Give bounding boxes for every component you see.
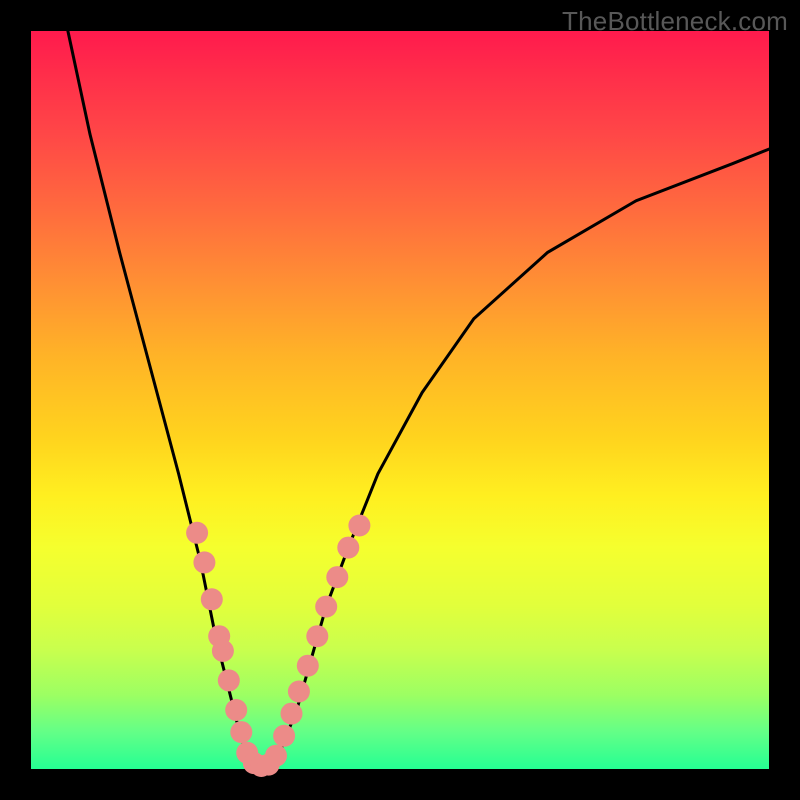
data-marker — [297, 655, 319, 677]
data-marker — [315, 596, 337, 618]
data-marker — [337, 537, 359, 559]
data-marker — [212, 640, 234, 662]
data-marker — [225, 699, 247, 721]
data-marker — [326, 566, 348, 588]
data-marker — [218, 669, 240, 691]
data-marker — [348, 515, 370, 537]
data-marker — [186, 522, 208, 544]
chart-frame: TheBottleneck.com — [0, 0, 800, 800]
bottleneck-curve — [68, 31, 769, 768]
curve-markers — [186, 515, 370, 778]
data-marker — [288, 681, 310, 703]
data-marker — [230, 721, 252, 743]
data-marker — [281, 703, 303, 725]
plot-area — [31, 31, 769, 769]
watermark-text: TheBottleneck.com — [562, 6, 788, 37]
data-marker — [201, 588, 223, 610]
data-marker — [265, 745, 287, 767]
data-marker — [193, 551, 215, 573]
chart-svg — [31, 31, 769, 769]
data-marker — [273, 725, 295, 747]
data-marker — [306, 625, 328, 647]
